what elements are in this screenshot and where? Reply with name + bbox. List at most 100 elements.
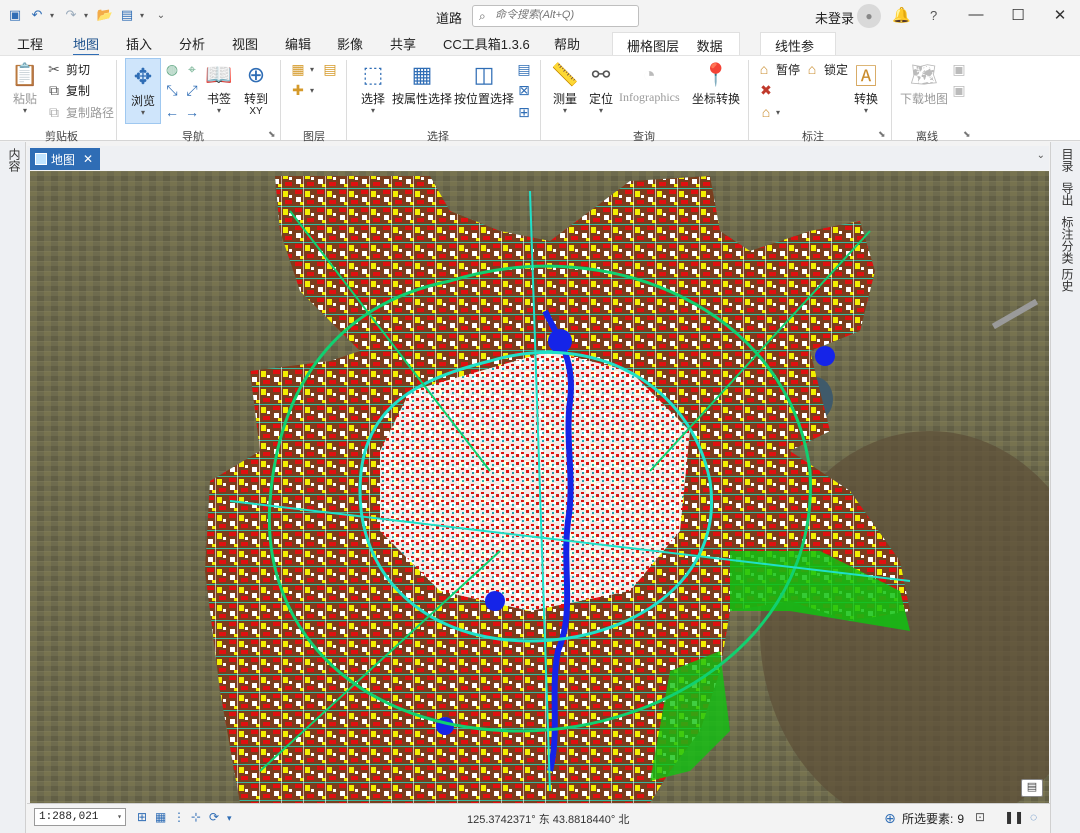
zoom-layer-icon[interactable]: ⌖ <box>184 61 200 78</box>
snapping-icon[interactable]: ⋮ <box>173 810 185 824</box>
locate-label: 定位 <box>588 92 613 106</box>
export-pane-tab[interactable]: 导出 <box>1059 182 1076 206</box>
fixed-zoom-in-icon[interactable]: ⤢ <box>184 82 200 99</box>
open-folder-icon[interactable]: 📂 <box>96 6 114 24</box>
labeling-launcher-icon[interactable]: ⬊ <box>878 129 886 140</box>
copy-button[interactable]: ⧉ 复制 <box>46 81 90 99</box>
tab-insert[interactable]: 插入 <box>126 34 152 53</box>
tab-view[interactable]: 视图 <box>232 34 258 53</box>
history-pane-tab[interactable]: 历史 <box>1059 268 1076 292</box>
layout-dropdown-icon[interactable]: ▾ <box>140 11 148 20</box>
basemap-dropdown-icon[interactable]: ▾ <box>310 66 314 74</box>
map-canvas[interactable] <box>30 171 1049 803</box>
pause-drawing-icon[interactable]: ❚❚ <box>1004 810 1024 824</box>
navigate-launcher-icon[interactable]: ⬊ <box>268 129 276 140</box>
grid-snap-icon[interactable]: ⊹ <box>191 810 201 824</box>
select-button[interactable]: ⬚ 选择 ▾ <box>358 60 388 115</box>
convert-coordinates-button[interactable]: 📍 坐标转换 <box>692 60 740 107</box>
contents-pane-tab[interactable]: 内容 <box>6 148 23 172</box>
redo-icon[interactable]: ↷ <box>62 6 80 24</box>
tab-imagery[interactable]: 影像 <box>337 34 363 53</box>
attributes-icon[interactable]: ▤ <box>516 61 532 78</box>
minimize-button[interactable]: — <box>966 6 986 26</box>
avatar[interactable]: ● <box>857 4 881 28</box>
paste-button[interactable]: 📋 粘贴 ▾ <box>10 60 40 115</box>
tab-map[interactable]: 地图 <box>73 34 100 57</box>
scale-selector[interactable]: 1:288,021 ▾ <box>34 808 126 826</box>
tab-cc-toolbox[interactable]: CC工具箱1.3.6 <box>443 34 530 53</box>
goto-xy-button[interactable]: ⊕ 转到 XY <box>241 60 271 117</box>
previous-extent-icon[interactable]: ← <box>164 104 180 120</box>
undo-dropdown-icon[interactable]: ▾ <box>50 11 58 20</box>
selected-features[interactable]: ⊕ 所选要素: 9 <box>882 810 964 827</box>
help-button[interactable]: ? <box>930 8 937 23</box>
next-extent-icon[interactable]: → <box>184 104 200 120</box>
fixed-zoom-out-icon[interactable]: ⤡ <box>164 82 180 99</box>
map-view-tab[interactable]: 地图 ✕ <box>30 148 100 170</box>
add-layer-dropdown-icon[interactable]: ▾ <box>310 87 314 95</box>
project-icon[interactable]: ▣ <box>6 6 24 24</box>
quick-access-toolbar: ▣ ↶ ▾ ↷ ▾ 📂 ▤ ▾ ⌄ <box>6 6 170 24</box>
status-bar: 1:288,021 ▾ ⊞ ▦ ⋮ ⊹ ⟳ ▾ 125.3742371° 东 4… <box>27 803 1050 833</box>
cut-button[interactable]: ✂ 剪切 <box>46 60 90 78</box>
tab-raster-layer[interactable]: 栅格图层 数据 <box>612 32 740 56</box>
customize-qat-icon[interactable]: ⌄ <box>152 6 170 24</box>
label-priority-icon[interactable]: ⌂ <box>758 104 774 120</box>
bookmarks-button[interactable]: 📖 书签 ▾ <box>204 60 234 115</box>
label-class-pane-tab[interactable]: 标注分类 <box>1059 216 1076 264</box>
add-data-icon[interactable]: ▤ <box>322 61 338 78</box>
copy-path-button[interactable]: ⧉ 复制路径 <box>46 103 114 121</box>
tab-raster-layer-label: 栅格图层 <box>627 39 680 54</box>
select-by-attributes-button[interactable]: ▦ 按属性选择 <box>392 60 452 107</box>
close-tab-icon[interactable]: ✕ <box>83 152 93 166</box>
tab-data-label[interactable]: 数据 <box>697 39 723 54</box>
infographics-button[interactable]: ◔ Infographics <box>619 60 680 105</box>
lock-labels-button[interactable]: ⌂ 锁定 <box>804 60 848 78</box>
basemap-icon[interactable]: ▦ <box>290 61 306 78</box>
tab-share[interactable]: 共享 <box>390 34 416 53</box>
rotate-icon[interactable]: ⟳ <box>209 810 219 824</box>
offline-launcher-icon[interactable]: ⬊ <box>963 129 971 140</box>
command-search-input[interactable] <box>495 9 635 21</box>
tab-help[interactable]: 帮助 <box>554 34 580 53</box>
maximize-button[interactable]: ☐ <box>1008 6 1028 26</box>
explore-button[interactable]: ✥ 浏览 ▾ <box>125 58 161 124</box>
fixed-scale-icon[interactable]: ⊞ <box>137 810 147 824</box>
crosshair-icon: ⊕ <box>246 62 266 87</box>
pause-labeling-button[interactable]: ⌂ 暂停 <box>756 60 800 78</box>
redo-dropdown-icon[interactable]: ▾ <box>84 11 92 20</box>
tab-list-dropdown-icon[interactable]: ⌄ <box>1037 150 1045 161</box>
tab-linear-referencing[interactable]: 线性参考 <box>760 32 836 73</box>
measure-button[interactable]: 📏 测量 ▾ <box>550 60 580 115</box>
scissors-icon: ✂ <box>48 60 60 77</box>
map-view[interactable]: ▤ <box>30 171 1049 803</box>
add-layer-icon[interactable]: ✚ <box>290 82 306 99</box>
grid-icon[interactable]: ▦ <box>155 810 166 824</box>
tab-project[interactable]: 工程 <box>17 34 43 53</box>
tab-analysis[interactable]: 分析 <box>179 34 205 53</box>
download-map-button[interactable]: 🗺 下载地图 <box>900 60 948 107</box>
selected-features-label: 所选要素: <box>902 812 954 826</box>
sign-in-status[interactable]: 未登录 <box>815 8 854 27</box>
full-extent-icon[interactable]: ◍ <box>164 61 180 78</box>
select-by-location-button[interactable]: ◫ 按位置选择 <box>454 60 514 107</box>
locate-button[interactable]: ⚯ 定位 ▾ <box>586 60 616 115</box>
window-layout-icon[interactable]: ▤ <box>118 6 136 24</box>
clear-selection-icon[interactable]: ⊠ <box>516 82 532 99</box>
remove-offline-icon[interactable]: ▣ <box>951 82 967 99</box>
catalog-pane-tab[interactable]: 目录 <box>1059 148 1076 172</box>
notification-icon[interactable]: 🔔 <box>892 6 911 24</box>
chat-icon[interactable]: ▤ <box>1021 779 1043 797</box>
sync-icon[interactable]: ▣ <box>951 61 967 78</box>
tab-edit[interactable]: 编辑 <box>285 34 311 53</box>
zoom-to-selection-icon[interactable]: ⊞ <box>516 104 532 121</box>
command-search[interactable]: ⌕ <box>472 5 639 27</box>
convert-labels-button[interactable]: 🄰 转换 ▾ <box>851 60 881 115</box>
label-priority-dropdown-icon[interactable]: ▾ <box>776 109 780 117</box>
ribbon-tabs: 工程 地图 插入 分析 视图 编辑 影像 共享 CC工具箱1.3.6 帮助 栅格… <box>0 32 1080 73</box>
refresh-icon[interactable]: ⊡ <box>975 810 985 824</box>
close-button[interactable]: ✕ <box>1050 6 1070 26</box>
rotate-dropdown-icon[interactable]: ▾ <box>227 813 232 824</box>
unplaced-labels-icon[interactable]: ✖ <box>758 82 774 99</box>
undo-icon[interactable]: ↶ <box>28 6 46 24</box>
